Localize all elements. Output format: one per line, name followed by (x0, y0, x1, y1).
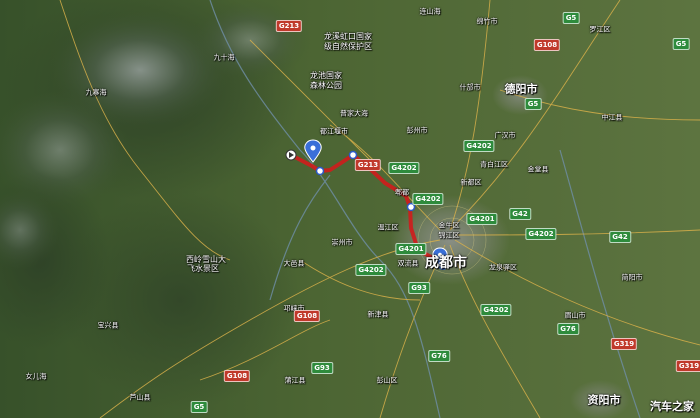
highway-shield: G4202 (388, 162, 420, 174)
place-label: 郫都 (395, 188, 409, 197)
place-label: 普家大海 (340, 109, 368, 118)
place-label: 宝兴县 (97, 321, 119, 330)
place-label: 成都市 (425, 255, 467, 271)
highway-shield: G4202 (412, 193, 444, 205)
place-label: 金堂县 (527, 165, 549, 174)
highway-shield: G108 (293, 310, 321, 322)
place-label: 眉山市 (564, 311, 586, 320)
highway-shield: G93 (311, 362, 333, 374)
place-label: 龙溪虹口国家 (324, 32, 372, 41)
highway-shield: G5 (190, 401, 208, 413)
place-label: 温江区 (377, 223, 399, 232)
place-label: 蒲江县 (284, 376, 306, 385)
place-label: 彭州市 (406, 126, 428, 135)
start-marker-icon[interactable] (285, 149, 297, 161)
place-label: 西岭雪山大 (186, 255, 226, 264)
place-label: 新津县 (367, 310, 389, 319)
place-label: 新都区 (460, 178, 482, 187)
place-label: 中江县 (601, 113, 623, 122)
highway-shield: G5 (672, 38, 690, 50)
place-label: 绵竹市 (476, 17, 498, 26)
place-label: 崇州市 (331, 238, 353, 247)
highway-shield: G42 (609, 231, 631, 243)
watermark-logo: 汽车之家 (650, 400, 694, 413)
highway-shield: G42 (509, 208, 531, 220)
place-label: 女儿海 (25, 372, 47, 381)
map-terrain (0, 0, 700, 418)
map-canvas[interactable]: 连山海绵竹市罗江区龙溪虹口国家 级自然保护区九十海龙池国家 森林公园 什邡市 德阳市 九寨… (0, 0, 700, 418)
place-label: 大邑县 (283, 259, 305, 268)
place-label: 都江堰市 (320, 127, 348, 136)
place-label: 九十海 (213, 53, 235, 62)
place-label: 青白江区 (480, 160, 508, 169)
highway-shield: G4201 (395, 243, 427, 255)
place-label: 芦山县 (129, 393, 151, 402)
place-label: 资阳市 (587, 393, 621, 407)
place-label: 双流县 (397, 259, 419, 268)
place-label: 简阳市 (621, 273, 643, 282)
place-label: 广汉市 (494, 131, 516, 140)
place-label: 德阳市 (504, 82, 538, 96)
highway-shield: G93 (408, 282, 430, 294)
highway-shield: G4201 (466, 213, 498, 225)
highway-shield: G5 (562, 12, 580, 24)
place-label: 罗江区 (589, 25, 611, 34)
highway-shield: G108 (223, 370, 251, 382)
place-label: 锦江区 (438, 231, 460, 240)
place-label: 什邡市 (459, 83, 481, 92)
highway-shield: G319 (610, 338, 638, 350)
place-label: 龙泉驿区 (489, 263, 517, 272)
place-label: 彭山区 (376, 376, 398, 385)
highway-shield: G5 (524, 98, 542, 110)
highway-shield: G213 (275, 20, 303, 32)
highway-shield: G213 (354, 159, 382, 171)
place-label: 飞水景区 (187, 264, 219, 273)
highway-shield: G4202 (355, 264, 387, 276)
highway-shield: G4202 (463, 140, 495, 152)
highway-shield: G76 (557, 323, 579, 335)
place-label: 连山海 (419, 7, 441, 16)
place-label: 金牛区 (438, 221, 460, 230)
place-label: 级自然保护区 (324, 42, 372, 51)
place-label: 九寨海 (85, 88, 107, 97)
highway-shield: G76 (428, 350, 450, 362)
place-label: 龙池国家 (310, 71, 342, 80)
highway-shield: G108 (533, 39, 561, 51)
highway-shield: G4202 (480, 304, 512, 316)
place-label: 森林公园 (310, 81, 342, 90)
highway-shield: G319 (675, 360, 700, 372)
highway-shield: G4202 (525, 228, 557, 240)
